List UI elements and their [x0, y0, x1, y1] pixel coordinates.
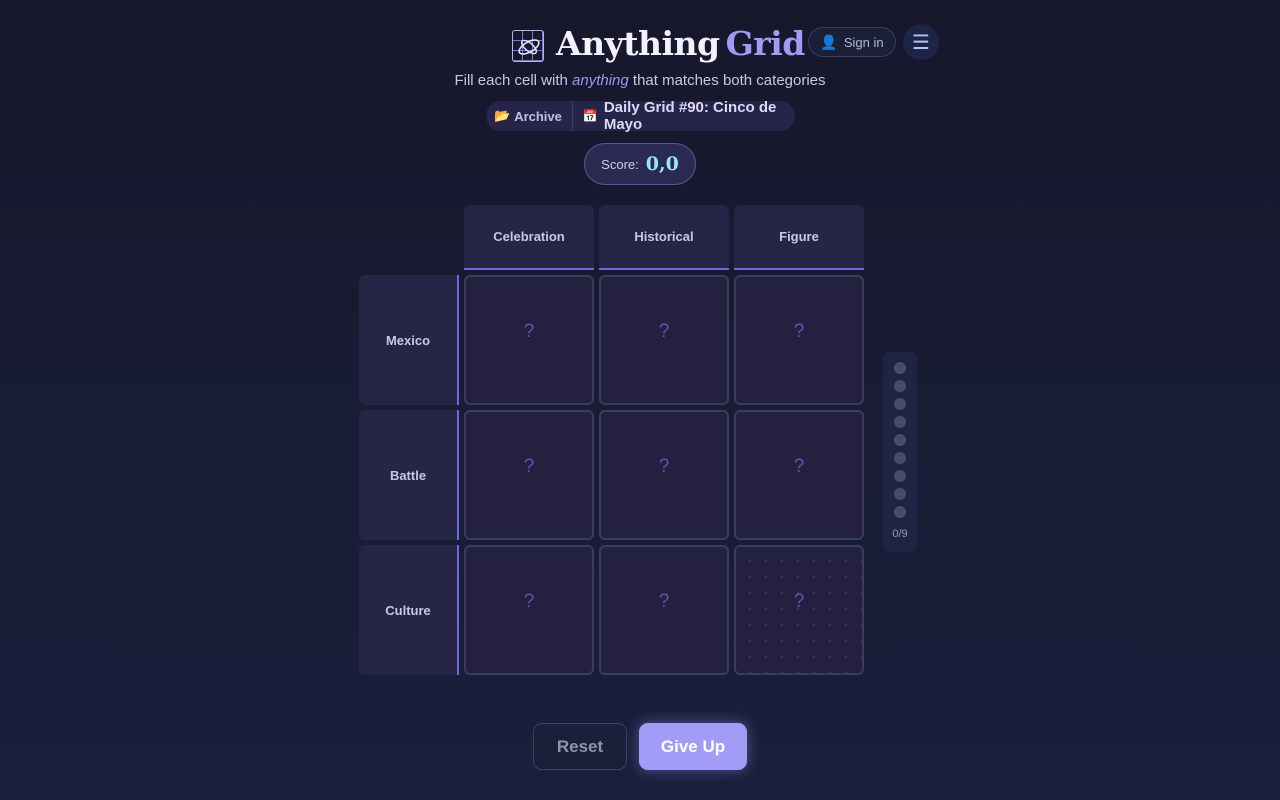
hamburger-menu-icon[interactable]: ☰	[903, 24, 939, 60]
grid-cell-battle-celebration[interactable]: ?	[464, 410, 594, 540]
instructions-after: that matches both categories	[628, 72, 826, 89]
progress-dot	[894, 398, 906, 410]
daily-grid-selector[interactable]: 📅 Daily Grid #90: Cinco de Mayo	[573, 99, 795, 133]
grid-cell-battle-figure[interactable]: ?	[734, 410, 864, 540]
grid-cell-mexico-celebration[interactable]: ?	[464, 275, 594, 405]
instructions-before: Fill each cell with	[454, 72, 573, 89]
cell-placeholder: ?	[523, 456, 535, 477]
grid-cell-culture-celebration[interactable]: ?	[464, 545, 594, 675]
progress-dot	[894, 506, 906, 518]
cell-placeholder: ?	[793, 591, 805, 612]
daily-grid-label: Daily Grid #90: Cinco de Mayo	[603, 99, 777, 133]
app-title-part1: Anything	[556, 24, 720, 63]
progress-dot	[894, 452, 906, 464]
progress-count: 0/9	[892, 528, 908, 540]
cell-placeholder: ?	[658, 321, 670, 342]
grid-cell-culture-figure[interactable]: ?	[734, 545, 864, 675]
folder-icon: 📂	[494, 108, 511, 123]
row-header-culture: Culture	[359, 545, 459, 675]
grid-cell-mexico-historical[interactable]: ?	[599, 275, 729, 405]
person-icon: 👤	[820, 33, 838, 50]
cell-placeholder: ?	[523, 591, 535, 612]
score-value: 0,0	[645, 153, 679, 175]
progress-dot	[894, 362, 906, 374]
grid-logo-icon	[512, 30, 544, 62]
cell-placeholder: ?	[658, 591, 670, 612]
row-header-mexico: Mexico	[359, 275, 459, 405]
progress-dot	[894, 380, 906, 392]
progress-dot	[894, 488, 906, 500]
score-label: Score:	[601, 156, 639, 172]
progress-dot	[894, 470, 906, 482]
cell-placeholder: ?	[793, 456, 805, 477]
progress-dot	[894, 416, 906, 428]
instructions: Fill each cell with anything that matche…	[0, 72, 1280, 89]
grid-cell-culture-historical[interactable]: ?	[599, 545, 729, 675]
column-header-figure: Figure	[734, 205, 864, 270]
progress-dot	[894, 434, 906, 446]
archive-button[interactable]: 📂 Archive	[486, 101, 573, 131]
grid-cell-battle-historical[interactable]: ?	[599, 410, 729, 540]
give-up-button[interactable]: Give Up	[639, 723, 747, 770]
row-header-battle: Battle	[359, 410, 459, 540]
app-title-part2: Grid	[725, 24, 806, 63]
column-header-celebration: Celebration	[464, 205, 594, 270]
reset-button[interactable]: Reset	[533, 723, 627, 770]
calendar-icon: 📅	[582, 109, 598, 123]
grid-cell-mexico-figure[interactable]: ?	[734, 275, 864, 405]
app-title: Anything Grid	[556, 22, 805, 66]
score-badge: Score: 0,0	[584, 143, 696, 185]
guess-progress: 0/9	[883, 352, 917, 552]
archive-label: Archive	[514, 108, 562, 124]
sign-in-button[interactable]: 👤 Sign in	[808, 27, 896, 57]
sign-in-label: Sign in	[843, 34, 884, 50]
header: Anything Grid 👤 Sign in ☰	[0, 22, 1280, 66]
instructions-emphasis: anything	[572, 72, 629, 89]
cell-placeholder: ?	[523, 321, 535, 342]
cell-placeholder: ?	[658, 456, 670, 477]
grid-nav: 📂 Archive 📅 Daily Grid #90: Cinco de May…	[486, 99, 795, 133]
cell-placeholder: ?	[793, 321, 805, 342]
column-header-historical: Historical	[599, 205, 729, 270]
